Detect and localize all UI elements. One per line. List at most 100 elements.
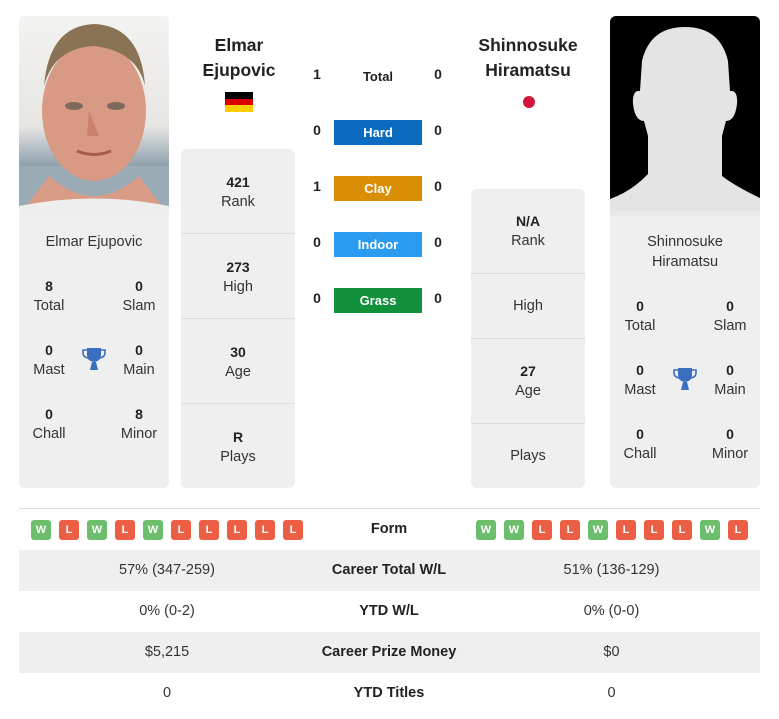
label: Plays [510,448,546,464]
h2h-clay-p1: 1 [313,178,321,194]
player2-age: 27 Age [471,339,585,424]
h2h-grass-p1: 0 [313,290,321,306]
form-win-badge[interactable]: W [87,520,107,540]
form-win-badge[interactable]: W [143,520,163,540]
player1-titles-slam: 0 Slam [109,276,169,316]
player1-age: 30 Age [181,319,295,404]
label: Rank [221,194,255,210]
player2-value: 0% (0-0) [583,603,640,619]
label: Main [714,382,746,398]
form-loss-badge[interactable]: L [672,520,692,540]
player2-titles-minor: 0 Minor [700,424,760,464]
player1-high: 273 High [181,234,295,319]
h2h-total-p2: 0 [434,66,442,82]
form-loss-badge[interactable]: L [115,520,135,540]
form-loss-badge[interactable]: L [560,520,580,540]
player1-stats: 421 Rank 273 High 30 Age R Plays [181,149,295,488]
label: High [513,298,543,314]
h2h-hard-p1: 0 [313,122,321,138]
trophy-icon [673,368,697,390]
value: 0 [636,298,644,314]
form-loss-badge[interactable]: L [227,520,247,540]
form-loss-badge[interactable]: L [171,520,191,540]
value: 30 [230,344,246,360]
player2-name[interactable]: Shinnosuke Hiramatsu [458,33,598,83]
form-loss-badge[interactable]: L [283,520,303,540]
label: Total [624,318,656,334]
form-win-badge[interactable]: W [504,520,524,540]
player2-full-name: Shinnosuke Hiramatsu [610,232,760,272]
player2-titles-card: Shinnosuke Hiramatsu 0 Total 0 Slam 0 Ma… [610,216,760,488]
surface-hard[interactable]: Hard [334,120,422,145]
value: 0 [726,298,734,314]
form-win-badge[interactable]: W [31,520,51,540]
surface-grass[interactable]: Grass [334,288,422,313]
player1-titles-chall: 0 Chall [19,404,79,444]
germany-flag-icon [225,92,253,112]
japan-flag-icon [523,96,535,108]
player2-full-name-line2: Hiramatsu [651,254,719,270]
comparison-row-career-wl: 57% (347-259) Career Total W/L 51% (136-… [19,550,760,591]
form-loss-badge[interactable]: L [532,520,552,540]
h2h-indoor-p1: 0 [313,234,321,250]
player1-titles-mast: 0 Mast [19,340,79,380]
player1-titles-total: 8 Total [19,276,79,316]
player2-titles-chall: 0 Chall [610,424,670,464]
form-loss-badge[interactable]: L [728,520,748,540]
player2-titles-mast: 0 Mast [610,360,670,400]
comparison-row-prize-money: $5,215 Career Prize Money $0 [19,632,760,673]
player2-value: 0 [607,685,616,701]
player2-full-name-line1: Shinnosuke [647,234,723,250]
surface-indoor[interactable]: Indoor [334,232,422,257]
value: 27 [520,363,536,379]
player1-portrait [19,24,169,216]
form-loss-badge[interactable]: L [59,520,79,540]
player2-form: WWLLWLLLWL [476,520,748,540]
label: Minor [120,426,158,442]
label: Slam [122,298,156,314]
h2h-clay-p2: 0 [434,178,442,194]
h2h-grass-p2: 0 [434,290,442,306]
form-win-badge[interactable]: W [476,520,496,540]
trophy-icon [82,348,106,370]
label: Age [515,383,541,399]
value: R [232,429,244,445]
player2-stats: N/A Rank High 27 Age Plays [471,189,585,488]
player2-titles-main: 0 Main [700,360,760,400]
player2-photo [610,16,760,216]
value: 0 [636,362,644,378]
player1-name[interactable]: Elmar Ejupovic [169,33,309,83]
label: Rank [511,233,545,249]
player1-plays: R Plays [181,404,295,488]
surface-clay[interactable]: Clay [334,176,422,201]
player1-rank: 421 Rank [181,149,295,234]
comparison-row-ytd-titles: 0 YTD Titles 0 [19,673,760,714]
player1-titles-card: Elmar Ejupovic 8 Total 0 Slam 0 Mast 0 M… [19,216,169,488]
label: High [223,279,253,295]
form-label: Form [370,521,408,537]
form-row: WLWLWLLLLL Form WWLLWLLLWL [19,509,760,550]
player1-value: 57% (347-259) [119,562,215,578]
form-loss-badge[interactable]: L [644,520,664,540]
label: Chall [32,426,66,442]
player1-titles-minor: 8 Minor [109,404,169,444]
h2h-indoor-p2: 0 [434,234,442,250]
player2-first-name: Shinnosuke [478,35,578,55]
player1-last-name: Ejupovic [202,60,276,80]
form-loss-badge[interactable]: L [199,520,219,540]
player1-titles-main: 0 Main [109,340,169,380]
player2-titles-slam: 0 Slam [700,296,760,336]
form-win-badge[interactable]: W [588,520,608,540]
label: Plays [220,449,256,465]
label: Main [123,362,155,378]
value: 0 [135,342,143,358]
form-loss-badge[interactable]: L [616,520,636,540]
player2-last-name: Hiramatsu [485,60,571,80]
row-label: Career Prize Money [321,644,457,660]
label: Minor [711,446,749,462]
form-win-badge[interactable]: W [700,520,720,540]
h2h-total-label: Total [362,69,394,84]
form-loss-badge[interactable]: L [255,520,275,540]
player2-value: 51% (136-129) [563,562,660,578]
label: Chall [623,446,657,462]
